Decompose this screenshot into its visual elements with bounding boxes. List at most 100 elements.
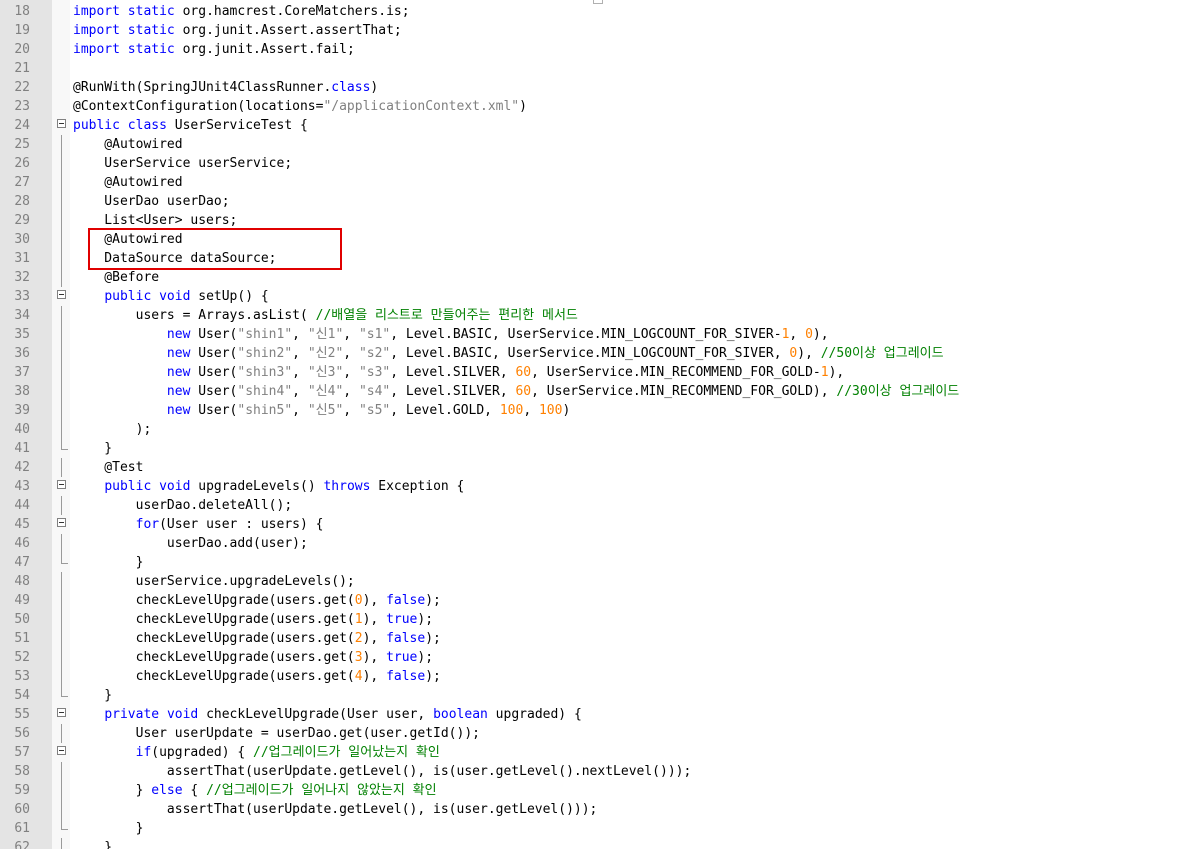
code-line[interactable]: 59 } else { //업그레이드가 일어나지 않았는지 확인 — [0, 781, 1180, 800]
code-line[interactable]: 61 } — [0, 819, 1180, 838]
code-line[interactable]: 43 public void upgradeLevels() throws Ex… — [0, 477, 1180, 496]
code-line[interactable]: 46 userDao.add(user); — [0, 534, 1180, 553]
code-text[interactable]: checkLevelUpgrade(users.get(1), true); — [73, 610, 433, 629]
code-line[interactable]: 58 assertThat(userUpdate.getLevel(), is(… — [0, 762, 1180, 781]
fold-collapse-icon[interactable] — [57, 708, 66, 717]
code-text[interactable]: checkLevelUpgrade(users.get(0), false); — [73, 591, 441, 610]
code-line[interactable]: 37 new User("shin3", "신3", "s3", Level.S… — [0, 363, 1180, 382]
code-line[interactable]: 49 checkLevelUpgrade(users.get(0), false… — [0, 591, 1180, 610]
code-text[interactable]: userService.upgradeLevels(); — [73, 572, 355, 591]
code-text[interactable]: UserService userService; — [73, 154, 292, 173]
code-text[interactable]: import static org.junit.Assert.assertTha… — [73, 21, 402, 40]
code-text[interactable]: new User("shin4", "신4", "s4", Level.SILV… — [73, 382, 959, 401]
code-text[interactable]: } — [73, 838, 112, 849]
fold-guide — [61, 344, 62, 363]
code-text[interactable]: public class UserServiceTest { — [73, 116, 308, 135]
code-line[interactable]: 41 } — [0, 439, 1180, 458]
code-editor[interactable]: 18 import static org.hamcrest.CoreMatcher… — [0, 0, 1180, 849]
code-line[interactable]: 44 userDao.deleteAll(); — [0, 496, 1180, 515]
code-text[interactable]: assertThat(userUpdate.getLevel(), is(use… — [73, 762, 691, 781]
code-line[interactable]: 60 assertThat(userUpdate.getLevel(), is(… — [0, 800, 1180, 819]
code-line[interactable]: 35 new User("shin1", "신1", "s1", Level.B… — [0, 325, 1180, 344]
code-line[interactable]: 22 @RunWith(SpringJUnit4ClassRunner.class… — [0, 78, 1180, 97]
code-text[interactable]: checkLevelUpgrade(users.get(3), true); — [73, 648, 433, 667]
code-line[interactable]: 33 public void setUp() { — [0, 287, 1180, 306]
code-text[interactable]: } — [73, 439, 112, 458]
code-line[interactable]: 19 import static org.junit.Assert.assertT… — [0, 21, 1180, 40]
code-text[interactable]: } — [73, 686, 112, 705]
code-text[interactable]: } — [73, 819, 144, 838]
code-text[interactable]: User userUpdate = userDao.get(user.getId… — [73, 724, 480, 743]
code-text[interactable]: new User("shin3", "신3", "s3", Level.SILV… — [73, 363, 844, 382]
code-line[interactable]: 34 users = Arrays.asList( //배열을 리스트로 만들어… — [0, 306, 1180, 325]
code-text[interactable]: import static org.junit.Assert.fail; — [73, 40, 355, 59]
code-text[interactable]: @Autowired — [73, 135, 182, 154]
code-line[interactable]: 45 for(User user : users) { — [0, 515, 1180, 534]
code-line[interactable]: 18 import static org.hamcrest.CoreMatcher… — [0, 2, 1180, 21]
fold-collapse-icon[interactable] — [57, 746, 66, 755]
code-text[interactable]: new User("shin1", "신1", "s1", Level.BASI… — [73, 325, 829, 344]
fold-collapse-icon[interactable] — [57, 290, 66, 299]
code-line[interactable]: 55 private void checkLevelUpgrade(User u… — [0, 705, 1180, 724]
code-token: userDao.add(user); — [73, 536, 308, 551]
code-text[interactable]: public void setUp() { — [73, 287, 268, 306]
code-text[interactable]: checkLevelUpgrade(users.get(2), false); — [73, 629, 441, 648]
code-text[interactable]: import static org.hamcrest.CoreMatchers.… — [73, 2, 410, 21]
code-text[interactable]: @ContextConfiguration(locations="/applic… — [73, 97, 527, 116]
code-text[interactable]: userDao.add(user); — [73, 534, 308, 553]
code-line[interactable]: 62 } — [0, 838, 1180, 849]
fold-collapse-icon[interactable] — [57, 518, 66, 527]
code-text[interactable]: private void checkLevelUpgrade(User user… — [73, 705, 581, 724]
code-line[interactable]: 50 checkLevelUpgrade(users.get(1), true)… — [0, 610, 1180, 629]
code-text[interactable]: for(User user : users) { — [73, 515, 324, 534]
code-line[interactable]: 23 @ContextConfiguration(locations="/appl… — [0, 97, 1180, 116]
code-line[interactable]: 24 public class UserServiceTest { — [0, 116, 1180, 135]
code-line[interactable]: 54 } — [0, 686, 1180, 705]
fold-guide — [61, 591, 62, 610]
code-text[interactable]: assertThat(userUpdate.getLevel(), is(use… — [73, 800, 597, 819]
code-line[interactable]: 56 User userUpdate = userDao.get(user.ge… — [0, 724, 1180, 743]
code-line[interactable]: 40 ); — [0, 420, 1180, 439]
code-token: Exception { — [370, 479, 465, 494]
code-line[interactable]: 20 import static org.junit.Assert.fail; — [0, 40, 1180, 59]
line-number: 22 — [14, 80, 30, 95]
code-line[interactable]: 38 new User("shin4", "신4", "s4", Level.S… — [0, 382, 1180, 401]
code-text[interactable]: ); — [73, 420, 152, 439]
code-text[interactable]: public void upgradeLevels() throws Excep… — [73, 477, 464, 496]
code-line[interactable]: 47 } — [0, 553, 1180, 572]
code-line[interactable]: 57 if(upgraded) { //업그레이드가 일어났는지 확인 — [0, 743, 1180, 762]
code-token: @RunWith(SpringJUnit4ClassRunner. — [73, 80, 332, 95]
code-line[interactable]: 52 checkLevelUpgrade(users.get(3), true)… — [0, 648, 1180, 667]
code-line[interactable]: 25 @Autowired — [0, 135, 1180, 154]
code-text[interactable]: new User("shin5", "신5", "s5", Level.GOLD… — [73, 401, 570, 420]
code-line[interactable]: 51 checkLevelUpgrade(users.get(2), false… — [0, 629, 1180, 648]
code-text[interactable]: users = Arrays.asList( //배열을 리스트로 만들어주는 … — [73, 306, 578, 325]
code-text[interactable]: if(upgraded) { //업그레이드가 일어났는지 확인 — [73, 743, 440, 762]
code-line[interactable]: 48 userService.upgradeLevels(); — [0, 572, 1180, 591]
fold-collapse-icon[interactable] — [57, 480, 66, 489]
code-line[interactable]: 27 @Autowired — [0, 173, 1180, 192]
code-text[interactable]: @Before — [73, 268, 159, 287]
code-text[interactable]: userDao.deleteAll(); — [73, 496, 293, 515]
code-line[interactable]: 53 checkLevelUpgrade(users.get(4), false… — [0, 667, 1180, 686]
fold-collapse-icon[interactable] — [57, 119, 66, 128]
code-text[interactable]: @RunWith(SpringJUnit4ClassRunner.class) — [73, 78, 378, 97]
code-token: userDao.deleteAll(); — [73, 498, 293, 513]
code-text[interactable]: UserDao userDao; — [73, 192, 229, 211]
code-text[interactable]: } else { //업그레이드가 일어나지 않았는지 확인 — [73, 781, 437, 800]
code-text[interactable]: @Test — [73, 458, 143, 477]
code-line[interactable]: 32 @Before — [0, 268, 1180, 287]
code-text[interactable]: new User("shin2", "신2", "s2", Level.BASI… — [73, 344, 944, 363]
code-line[interactable]: 42 @Test — [0, 458, 1180, 477]
code-line[interactable]: 28 UserDao userDao; — [0, 192, 1180, 211]
code-line[interactable]: 26 UserService userService; — [0, 154, 1180, 173]
code-text[interactable]: @Autowired — [73, 173, 182, 192]
code-token: import — [73, 42, 120, 57]
code-line[interactable]: 36 new User("shin2", "신2", "s2", Level.B… — [0, 344, 1180, 363]
code-text[interactable]: checkLevelUpgrade(users.get(4), false); — [73, 667, 441, 686]
code-token: , — [343, 327, 359, 342]
code-line[interactable]: 21 — [0, 59, 1180, 78]
code-line[interactable]: 39 new User("shin5", "신5", "s5", Level.G… — [0, 401, 1180, 420]
code-text[interactable]: } — [73, 553, 144, 572]
